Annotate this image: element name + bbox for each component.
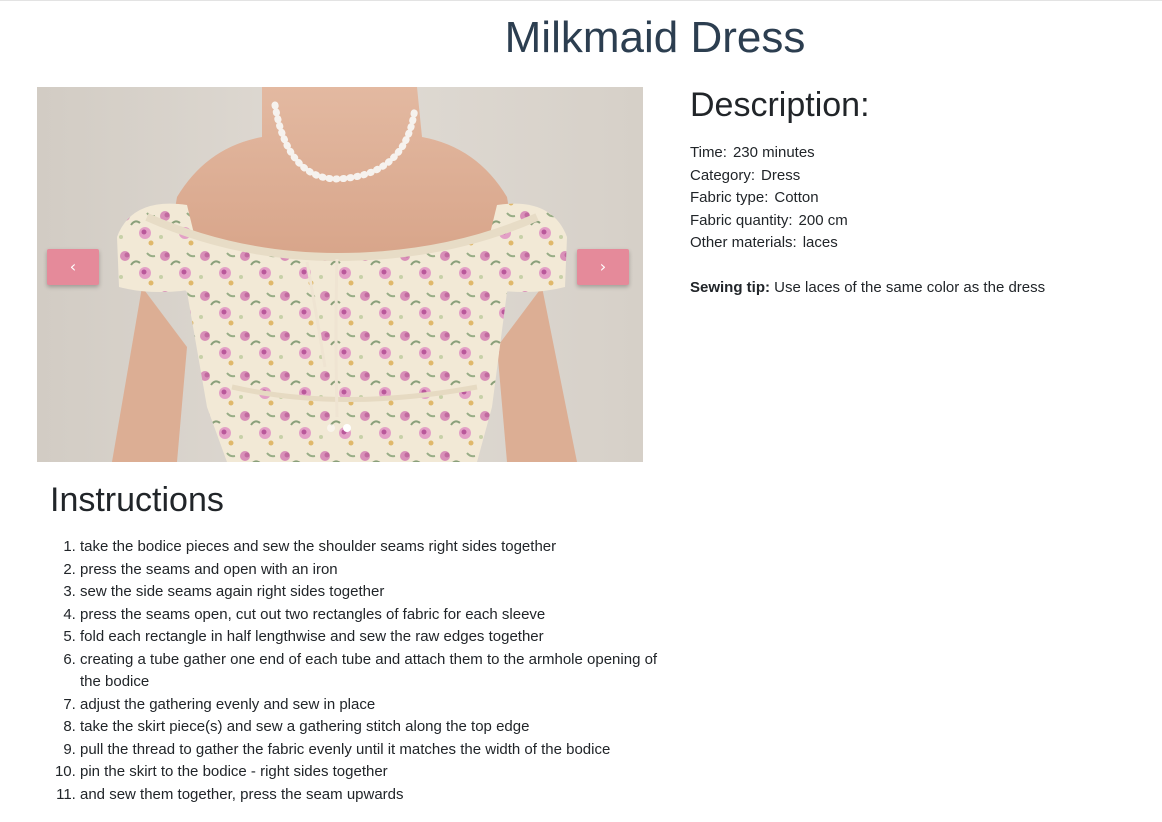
detail-row-time: Time: 230 minutes xyxy=(690,142,1150,165)
instruction-step: press the seams and open with an iron xyxy=(80,559,670,582)
detail-value: laces xyxy=(802,234,838,251)
instruction-step: pull the thread to gather the fabric eve… xyxy=(80,739,670,762)
dress-photo xyxy=(37,87,643,462)
detail-row-other-materials: Other materials: laces xyxy=(690,232,1150,255)
instructions-list: take the bodice pieces and sew the shoul… xyxy=(50,536,670,806)
detail-value: Dress xyxy=(761,166,801,184)
instructions-heading: Instructions xyxy=(50,481,224,519)
carousel-indicator-2[interactable] xyxy=(343,424,351,432)
detail-row-fabric-type: Fabric type: Cotton xyxy=(690,187,1150,210)
sewing-tip: Sewing tip: Use laces of the same color … xyxy=(690,277,1150,299)
instruction-step: sew the side seams again right sides tog… xyxy=(80,581,670,604)
instruction-step: fold each rectangle in half lengthwise a… xyxy=(80,626,670,649)
chevron-left-icon: ‹ xyxy=(69,257,77,276)
sewing-tip-text: Use laces of the same color as the dress xyxy=(774,278,1046,296)
instruction-step: adjust the gathering evenly and sew in p… xyxy=(80,694,670,717)
carousel-next-button[interactable]: › xyxy=(577,249,629,285)
carousel-prev-button[interactable]: ‹ xyxy=(47,249,99,285)
detail-value: 200 cm xyxy=(798,211,848,229)
detail-value: Cotton xyxy=(774,189,819,206)
description-heading: Description: xyxy=(690,86,870,124)
instructions-section: Instructions take the bodice pieces and … xyxy=(50,478,670,806)
instruction-step: take the skirt piece(s) and sew a gather… xyxy=(80,716,670,739)
instruction-step: creating a tube gather one end of each t… xyxy=(80,649,670,694)
detail-row-category: Category: Dress xyxy=(690,165,1150,188)
instruction-step: press the seams open, cut out two rectan… xyxy=(80,604,670,627)
detail-label: Time: xyxy=(690,144,727,161)
detail-label: Category: xyxy=(690,166,756,184)
page-title: Milkmaid Dress xyxy=(504,13,806,62)
instruction-step: pin the skirt to the bodice - right side… xyxy=(80,761,670,784)
carousel-indicators xyxy=(327,424,351,432)
image-carousel[interactable]: ‹ › xyxy=(37,87,643,462)
instruction-step: take the bodice pieces and sew the shoul… xyxy=(80,536,670,559)
sewing-tip-label: Sewing tip: xyxy=(690,278,770,296)
instruction-step: and sew them together, press the seam up… xyxy=(80,784,670,807)
detail-value: 230 minutes xyxy=(732,144,815,161)
description-panel: Description: Time: 230 minutes Category: D… xyxy=(690,82,1150,299)
detail-row-fabric-quantity: Fabric quantity: 200 cm xyxy=(690,210,1150,233)
carousel-indicator-1[interactable] xyxy=(327,424,335,432)
detail-label: Fabric type: xyxy=(690,189,769,206)
detail-label: Other materials: xyxy=(690,234,797,251)
chevron-right-icon: › xyxy=(599,257,607,276)
top-divider xyxy=(0,0,1162,1)
detail-label: Fabric quantity: xyxy=(690,211,793,229)
